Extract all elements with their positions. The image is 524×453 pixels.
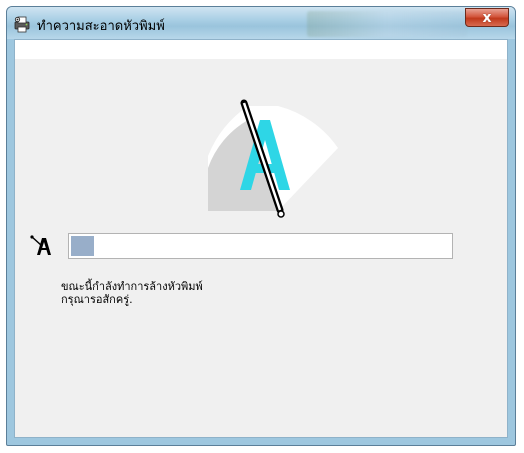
status-message: ขณะนี้กำลังทำการล้างหัวพิมพ์ กรุณารอสักค… — [61, 280, 203, 306]
dialog-window: ทำความสะอาดหัวพิมพ์ x ขณะนี้กำลังทำการล้… — [6, 6, 516, 446]
printer-icon — [14, 16, 30, 33]
title-bar-background — [307, 11, 467, 37]
status-line-1: ขณะนี้กำลังทำการล้างหัวพิมพ์ — [61, 280, 203, 293]
progress-fill — [71, 236, 94, 256]
print-head-icon — [30, 235, 51, 255]
title-bar[interactable]: ทำความสะอาดหัวพิมพ์ x — [7, 7, 515, 39]
window-title: ทำความสะอาดหัวพิมพ์ — [37, 19, 165, 34]
close-icon: x — [482, 9, 492, 26]
header-band — [15, 40, 507, 59]
close-button[interactable]: x — [465, 8, 509, 27]
dialog-content: ขณะนี้กำลังทำการล้างหัวพิมพ์ กรุณารอสักค… — [14, 39, 508, 438]
cleaning-progress-bar — [68, 233, 453, 259]
progress-track — [71, 236, 450, 256]
status-line-2: กรุณารอสักครู่. — [61, 293, 133, 306]
wiper-blade-icon — [208, 99, 338, 218]
